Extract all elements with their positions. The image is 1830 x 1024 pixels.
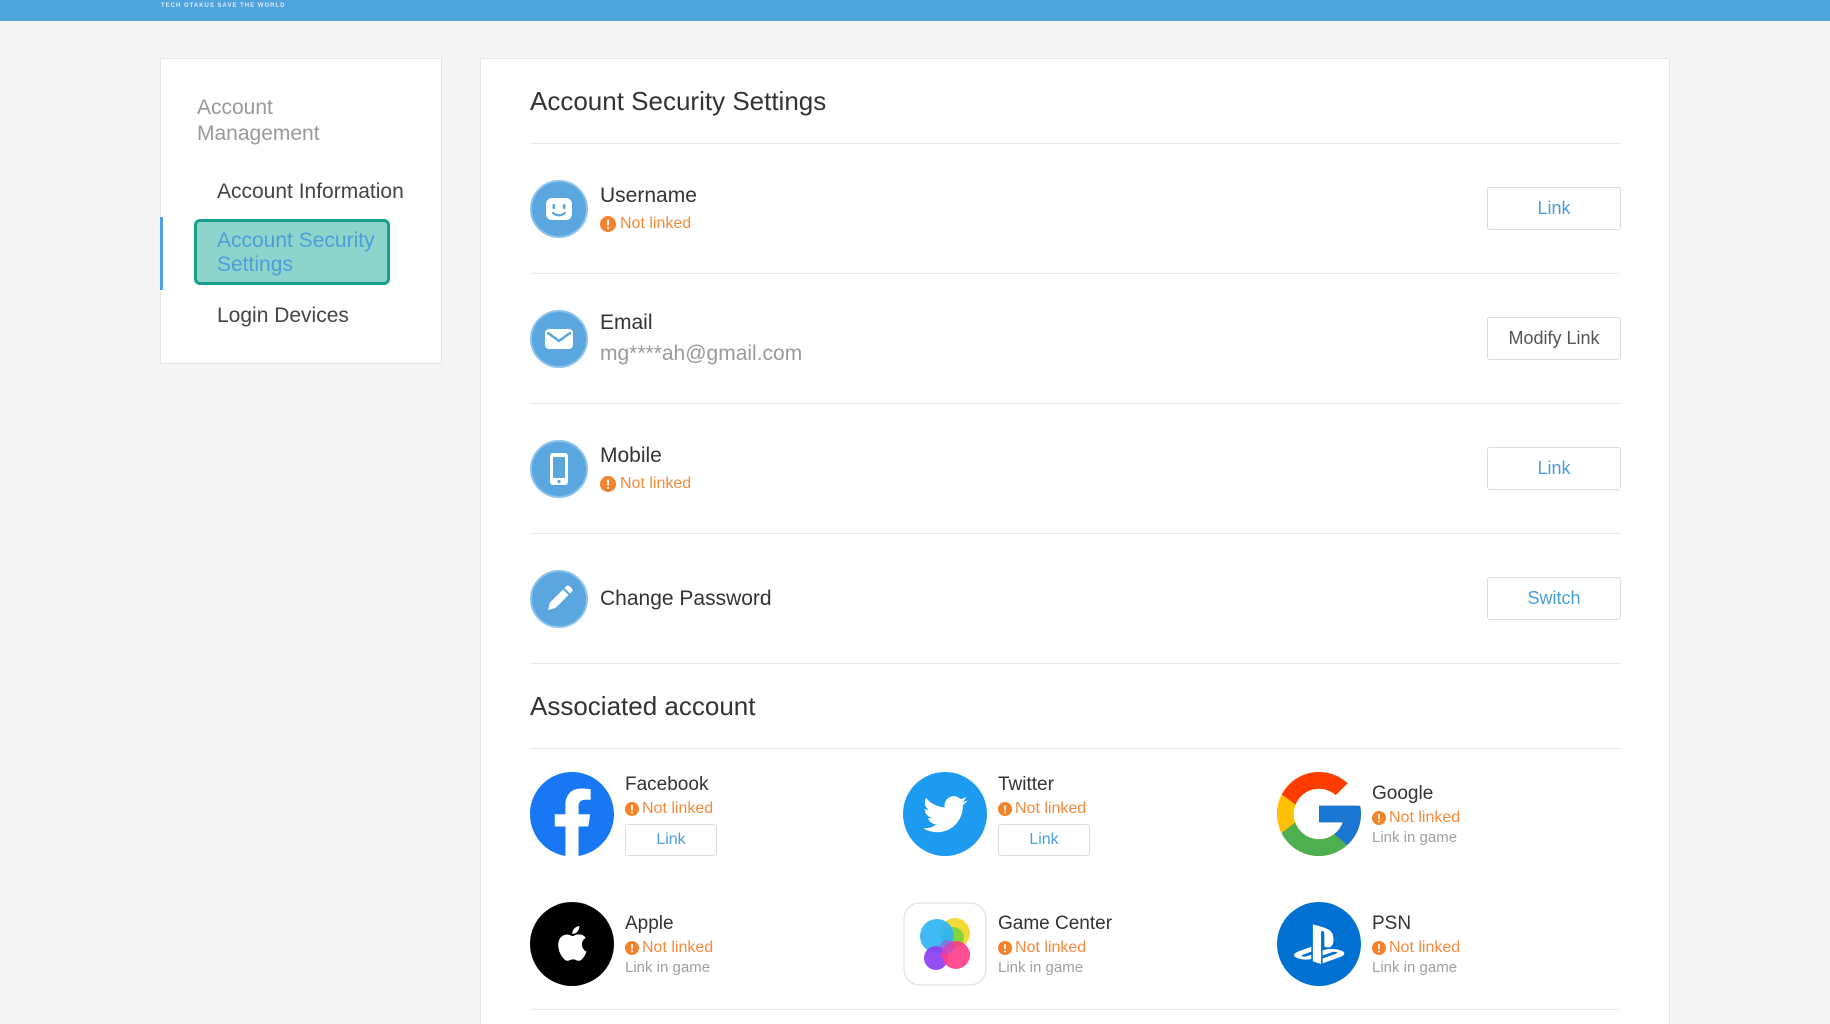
game-center-status: Not linked <box>998 938 1112 958</box>
associated-twitter: Twitter Not linked Link <box>903 749 1277 879</box>
game-center-icon <box>903 902 987 986</box>
associated-game-center: Game Center Not linked Link in game <box>903 879 1277 1009</box>
twitter-label: Twitter <box>998 773 1054 795</box>
email-label: Email <box>600 311 653 334</box>
change-password-label: Change Password <box>600 586 772 610</box>
robot-face-icon <box>530 179 588 238</box>
alert-icon <box>625 801 639 816</box>
psn-status: Not linked <box>1372 938 1460 958</box>
email-text: Email mg****ah@gmail.com <box>600 310 802 367</box>
sidebar: Account Management Account Information A… <box>160 58 442 364</box>
username-text: Username Not linked <box>600 183 697 234</box>
sidebar-active-indicator <box>160 217 163 290</box>
facebook-icon <box>530 772 614 856</box>
twitter-icon <box>903 772 987 856</box>
facebook-label: Facebook <box>625 773 709 795</box>
twitter-text: Twitter Not linked Link <box>998 773 1090 856</box>
alert-icon <box>1372 810 1386 825</box>
alert-icon <box>600 476 616 492</box>
security-row-mobile: Mobile Not linked Link <box>530 404 1621 534</box>
mobile-text: Mobile Not linked <box>600 443 691 494</box>
psn-note: Link in game <box>1372 958 1458 976</box>
twitter-link-button[interactable]: Link <box>998 823 1090 856</box>
psn-label: PSN <box>1372 912 1412 934</box>
apple-label: Apple <box>625 912 674 934</box>
security-row-change-password: Change Password Switch <box>530 534 1621 664</box>
alert-icon <box>600 216 616 232</box>
google-status-text: Not linked <box>1389 808 1461 826</box>
google-label: Google <box>1372 782 1434 804</box>
username-link-button[interactable]: Link <box>1487 187 1621 230</box>
apple-note: Link in game <box>625 958 711 976</box>
associated-account-grid: Facebook Not linked Link Twitter Not lin… <box>530 749 1621 1010</box>
page-title: Account Security Settings <box>530 59 1621 144</box>
apple-status: Not linked <box>625 938 713 958</box>
game-center-label: Game Center <box>998 912 1113 934</box>
twitter-status: Not linked <box>998 799 1090 819</box>
username-status: Not linked <box>600 214 697 234</box>
mobile-status: Not linked <box>600 474 691 494</box>
change-password-text: Change Password <box>600 586 772 612</box>
phone-icon <box>530 439 588 498</box>
sidebar-item-account-security-settings[interactable]: Account Security Settings <box>194 219 390 285</box>
sidebar-item-account-information[interactable]: Account Information <box>217 179 404 205</box>
main-content: Account Security Settings Username Not l… <box>530 59 1621 1010</box>
facebook-status: Not linked <box>625 799 717 819</box>
facebook-text: Facebook Not linked Link <box>625 773 717 856</box>
email-modify-link-button[interactable]: Modify Link <box>1487 317 1621 360</box>
change-password-switch-button[interactable]: Switch <box>1487 577 1621 620</box>
alert-icon <box>625 940 639 955</box>
username-status-text: Not linked <box>620 215 692 232</box>
username-label: Username <box>600 184 697 207</box>
psn-status-text: Not linked <box>1389 938 1461 956</box>
alert-icon <box>998 940 1012 955</box>
associated-google: Google Not linked Link in game <box>1277 749 1621 879</box>
google-icon <box>1277 772 1361 856</box>
security-row-username: Username Not linked Link <box>530 144 1621 274</box>
google-text: Google Not linked Link in game <box>1372 782 1460 847</box>
google-note: Link in game <box>1372 828 1458 846</box>
apple-icon <box>530 902 614 986</box>
mobile-label: Mobile <box>600 444 662 467</box>
apple-status-text: Not linked <box>642 938 714 956</box>
google-status: Not linked <box>1372 808 1460 828</box>
associated-account-heading: Associated account <box>530 664 1621 749</box>
apple-text: Apple Not linked Link in game <box>625 912 713 977</box>
sidebar-section-title: Account Management <box>197 96 320 145</box>
alert-icon <box>998 801 1012 816</box>
associated-facebook: Facebook Not linked Link <box>530 749 903 879</box>
security-row-email: Email mg****ah@gmail.com Modify Link <box>530 274 1621 404</box>
psn-text: PSN Not linked Link in game <box>1372 912 1460 977</box>
mobile-status-text: Not linked <box>620 475 692 492</box>
sidebar-item-login-devices[interactable]: Login Devices <box>217 303 349 329</box>
brand-tagline: TECH OTAKUS SAVE THE WORLD <box>161 3 286 9</box>
email-address: mg****ah@gmail.com <box>600 342 803 365</box>
envelope-icon <box>530 309 588 368</box>
associated-apple: Apple Not linked Link in game <box>530 879 903 1009</box>
top-bar: TECH OTAKUS SAVE THE WORLD <box>0 0 1830 21</box>
main-panel: Account Security Settings Username Not l… <box>480 58 1670 1024</box>
alert-icon <box>1372 940 1386 955</box>
pencil-icon <box>530 569 588 628</box>
game-center-note: Link in game <box>998 958 1084 976</box>
playstation-icon <box>1277 902 1361 986</box>
facebook-status-text: Not linked <box>642 799 714 817</box>
twitter-status-text: Not linked <box>1015 799 1087 817</box>
associated-psn: PSN Not linked Link in game <box>1277 879 1621 1009</box>
mobile-link-button[interactable]: Link <box>1487 447 1621 490</box>
game-center-text: Game Center Not linked Link in game <box>998 912 1112 977</box>
facebook-link-button[interactable]: Link <box>625 823 717 856</box>
game-center-status-text: Not linked <box>1015 938 1087 956</box>
